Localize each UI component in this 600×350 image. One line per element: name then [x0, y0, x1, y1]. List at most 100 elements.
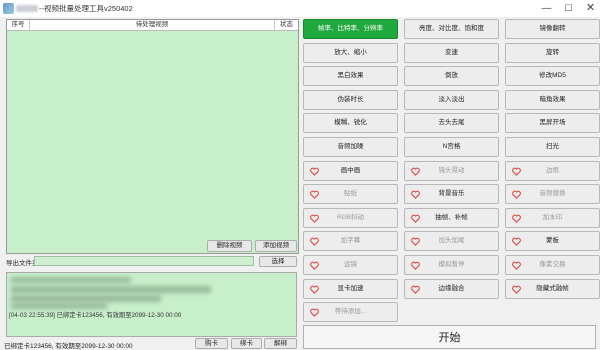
log-line: [04-03 22:55:39] 已绑定卡123456, 有效期至2099-12…	[9, 312, 182, 319]
feature-button[interactable]: 旋转	[505, 42, 600, 63]
feature-button[interactable]: 显卡加速	[303, 278, 398, 299]
feature-button[interactable]: 音频替换	[505, 184, 600, 205]
feature-button[interactable]: 音频加噪	[303, 137, 398, 157]
feature-button[interactable]: 加水印	[505, 207, 600, 228]
feature-button[interactable]: 模糊、锐化	[303, 113, 398, 134]
feature-button[interactable]: RGB抖动	[303, 207, 398, 228]
feature-button[interactable]: 画中画	[303, 160, 398, 181]
heart-icon	[310, 190, 319, 200]
feature-label: 加字幕	[340, 237, 361, 245]
feature-button[interactable]: 倒放	[404, 66, 499, 87]
start-label: 开始	[438, 332, 461, 344]
log-redacted	[11, 295, 161, 302]
column-header-file[interactable]: 待处理视频	[30, 20, 275, 30]
feature-label: 音频加噪	[337, 143, 364, 150]
export-folder-input[interactable]	[34, 256, 254, 266]
feature-button[interactable]: 模拟暂停	[404, 255, 499, 275]
log-redacted	[11, 286, 211, 293]
feature-label: 像素交换	[539, 261, 566, 268]
heart-icon	[310, 214, 319, 223]
feature-label: 倒放	[445, 72, 458, 80]
feature-label: 帧率、比特率、分辨率	[318, 25, 383, 32]
feature-label: 淡入淡出	[438, 95, 465, 103]
feature-button[interactable]: 边缘融合	[404, 278, 499, 299]
feature-label: 变速	[445, 48, 458, 56]
feature-button[interactable]: 亮度、对比度、饱和度	[404, 19, 499, 39]
feature-button[interactable]: 运镜	[303, 255, 398, 275]
feature-button[interactable]: N宫格	[404, 137, 499, 157]
unbind-card-button[interactable]: 解绑	[264, 338, 297, 349]
feature-label: 蒙板	[546, 237, 559, 245]
feature-label: 去头去尾	[438, 119, 465, 127]
feature-button[interactable]: 暗角效果	[505, 89, 600, 110]
heart-icon	[411, 285, 420, 294]
heart-icon	[512, 190, 521, 200]
bind-card-button[interactable]: 绑卡	[231, 338, 262, 349]
buy-card-label: 购卡	[205, 340, 218, 347]
feature-button[interactable]: 变速	[404, 42, 499, 63]
heart-icon	[512, 214, 521, 223]
feature-label: 亮度、对比度、饱和度	[419, 25, 484, 32]
log-panel: [04-03 22:55:39] 已绑定卡123456, 有效期至2099-12…	[6, 272, 297, 337]
feature-button[interactable]: 背景音乐	[404, 184, 499, 205]
browse-button[interactable]: 选择	[259, 256, 297, 267]
feature-label: 隐藏式融帧	[536, 284, 569, 292]
window-title: --视频批量处理工具v250402	[39, 4, 133, 13]
unbind-card-label: 解绑	[274, 340, 287, 347]
heart-icon	[512, 261, 521, 270]
feature-label: 伪装时长	[337, 95, 364, 103]
maximize-icon[interactable]: ☐	[559, 0, 578, 17]
feature-button[interactable]: 伪装时长	[303, 89, 398, 110]
feature-label: 扫光	[546, 143, 559, 150]
feature-label: 镜像翻转	[539, 25, 566, 32]
heart-icon	[310, 308, 319, 318]
column-header-state[interactable]: 状态	[275, 20, 298, 30]
feature-button[interactable]: 扫光	[505, 137, 600, 157]
add-video-button[interactable]: 添加视频	[255, 240, 297, 252]
heart-icon	[512, 285, 521, 294]
close-icon[interactable]: ✕	[581, 0, 600, 17]
heart-icon	[512, 238, 521, 247]
feature-label: 暗角效果	[539, 95, 566, 103]
feature-button[interactable]: 边框	[505, 160, 600, 181]
heart-icon	[310, 167, 319, 176]
feature-button[interactable]: 等待添加...	[303, 302, 398, 323]
feature-button[interactable]: 像素交换	[505, 255, 600, 275]
feature-button[interactable]: 抽帧、补帧	[404, 207, 499, 228]
log-redacted	[11, 303, 107, 309]
feature-button[interactable]: 隐藏式融帧	[505, 278, 600, 299]
feature-button[interactable]: 放大、缩小	[303, 42, 398, 63]
heart-icon	[310, 238, 319, 247]
buy-card-button[interactable]: 购卡	[195, 338, 228, 349]
feature-button[interactable]: 加头加尾	[404, 231, 499, 252]
feature-label: 贴纸	[344, 190, 357, 198]
feature-button[interactable]: 帧率、比特率、分辨率	[303, 19, 398, 39]
feature-button[interactable]: 黑白效果	[303, 66, 398, 87]
heart-icon	[411, 261, 420, 270]
feature-button[interactable]: 修改MD5	[505, 66, 600, 87]
feature-button[interactable]: 淡入淡出	[404, 89, 499, 110]
feature-label: 模拟暂停	[438, 261, 465, 268]
feature-label: 运镜	[344, 261, 357, 268]
feature-button[interactable]: 去头去尾	[404, 113, 499, 134]
delete-video-label: 删除视频	[216, 242, 243, 249]
feature-button[interactable]: 加字幕	[303, 231, 398, 252]
feature-button[interactable]: 镜头晃动	[404, 160, 499, 181]
start-button[interactable]: 开始	[303, 325, 596, 349]
feature-label: 显卡加速	[337, 284, 364, 292]
feature-label: 画中画	[340, 166, 361, 174]
feature-label: 边缘融合	[438, 284, 465, 292]
feature-label: 旋转	[546, 48, 559, 56]
video-list-header: 序号 待处理视频 状态	[7, 20, 298, 31]
heart-icon	[411, 190, 420, 200]
feature-button[interactable]: 镜像翻转	[505, 19, 600, 39]
feature-button[interactable]: 贴纸	[303, 184, 398, 205]
feature-button[interactable]: 蒙板	[505, 231, 600, 252]
heart-icon	[411, 167, 420, 176]
delete-video-button[interactable]: 删除视频	[207, 240, 252, 252]
video-list[interactable]: 序号 待处理视频 状态	[6, 19, 299, 254]
minimize-icon[interactable]: —	[537, 0, 556, 17]
feature-button[interactable]: 黑屏开场	[505, 113, 600, 134]
column-header-seq[interactable]: 序号	[7, 20, 30, 30]
title-redacted	[16, 5, 38, 12]
